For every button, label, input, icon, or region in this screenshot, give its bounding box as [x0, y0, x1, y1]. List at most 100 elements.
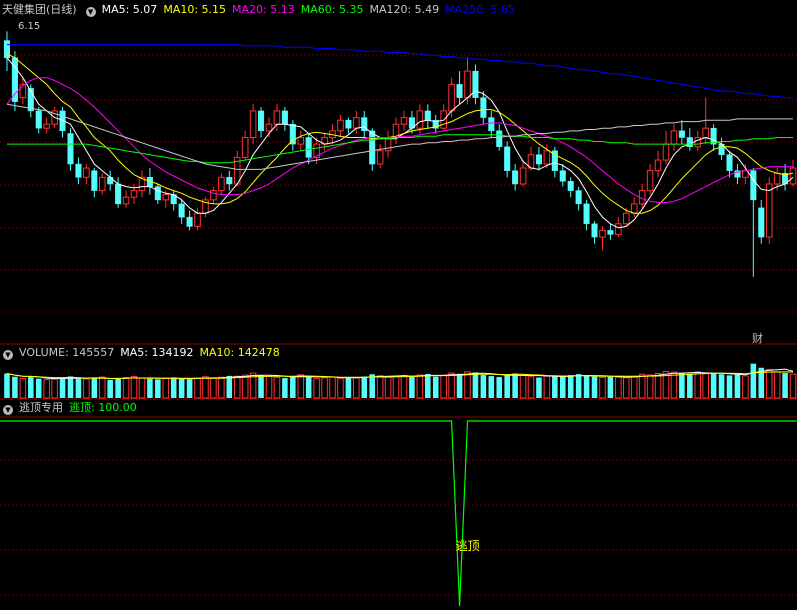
candle-body[interactable] — [265, 123, 273, 132]
volume-bar[interactable] — [575, 374, 582, 398]
candle-body[interactable] — [43, 123, 50, 129]
chevron-down-icon[interactable]: ▼ — [85, 7, 96, 17]
candle-body[interactable] — [464, 70, 471, 99]
candle-body[interactable] — [686, 137, 693, 148]
volume-bar[interactable] — [591, 376, 598, 398]
candle-body[interactable] — [416, 110, 424, 129]
volume-bar[interactable] — [536, 377, 542, 398]
volume-bar[interactable] — [630, 375, 638, 399]
candle-body[interactable] — [424, 110, 431, 121]
volume-bar[interactable] — [91, 378, 98, 398]
volume-bar[interactable] — [226, 375, 233, 398]
candle-body[interactable] — [353, 117, 360, 129]
volume-bar[interactable] — [567, 375, 574, 398]
volume-bar[interactable] — [607, 376, 614, 398]
volume-panel[interactable] — [4, 363, 797, 399]
volume-bar[interactable] — [504, 374, 510, 398]
candle-body[interactable] — [678, 130, 685, 138]
candle-body[interactable] — [702, 127, 709, 138]
volume-bar[interactable] — [448, 372, 455, 399]
volume-bar[interactable] — [147, 378, 153, 398]
candle-body[interactable] — [162, 194, 170, 201]
volume-bar[interactable] — [122, 377, 130, 399]
event-tag[interactable]: 财 — [752, 331, 763, 345]
volume-bar[interactable] — [51, 378, 58, 399]
candle-body[interactable] — [654, 159, 662, 172]
candle-body[interactable] — [210, 190, 217, 201]
candle-body[interactable] — [178, 203, 185, 218]
volume-bar[interactable] — [638, 373, 646, 399]
candle-body[interactable] — [599, 229, 606, 238]
candle-body[interactable] — [194, 212, 201, 227]
candle-body[interactable] — [615, 223, 622, 235]
volume-bar[interactable] — [43, 379, 50, 399]
candle-body[interactable] — [646, 170, 654, 192]
candle-body[interactable] — [258, 110, 265, 132]
volume-bar[interactable] — [416, 374, 424, 399]
volume-bar[interactable] — [583, 375, 590, 398]
volume-bar[interactable] — [313, 378, 320, 399]
candle-body[interactable] — [186, 216, 193, 227]
candle-body[interactable] — [456, 84, 463, 98]
candle-body[interactable] — [623, 212, 630, 225]
volume-bar[interactable] — [28, 377, 34, 398]
candle-body[interactable] — [91, 170, 98, 191]
volume-bar[interactable] — [440, 374, 447, 399]
volume-bar[interactable] — [687, 373, 693, 398]
volume-bar[interactable] — [186, 379, 193, 398]
volume-bar[interactable] — [782, 373, 788, 398]
candle-body[interactable] — [289, 123, 296, 145]
candle-body[interactable] — [337, 119, 344, 132]
volume-bar[interactable] — [19, 377, 27, 399]
volume-bar[interactable] — [83, 378, 90, 399]
candle-body[interactable] — [249, 110, 257, 138]
volume-bar[interactable] — [519, 374, 527, 399]
candle-body[interactable] — [226, 177, 233, 185]
volume-bar[interactable] — [218, 376, 225, 399]
volume-bar[interactable] — [480, 375, 487, 398]
chevron-down-icon[interactable]: ▼ — [3, 405, 13, 415]
candle-body[interactable] — [765, 183, 773, 238]
candle-body[interactable] — [480, 97, 487, 118]
candle-body[interactable] — [726, 154, 733, 171]
candle-body[interactable] — [154, 186, 161, 201]
volume-bar[interactable] — [67, 376, 74, 398]
candle-body[interactable] — [98, 176, 106, 192]
candle-body[interactable] — [488, 117, 495, 132]
candle-body[interactable] — [607, 230, 614, 235]
volume-bar[interactable] — [552, 375, 558, 398]
volume-bar[interactable] — [4, 373, 10, 398]
candle-body[interactable] — [750, 170, 757, 201]
volume-bar[interactable] — [273, 376, 281, 399]
volume-bar[interactable] — [734, 374, 741, 398]
volume-bar[interactable] — [202, 376, 209, 399]
volume-bar[interactable] — [425, 373, 431, 398]
candle-body[interactable] — [305, 137, 312, 158]
candle-body[interactable] — [130, 190, 138, 198]
candle-body[interactable] — [575, 190, 582, 205]
volume-bar[interactable] — [654, 372, 662, 399]
volume-bar[interactable] — [392, 375, 400, 399]
volume-bar[interactable] — [162, 378, 170, 399]
candle-body[interactable] — [241, 136, 249, 158]
volume-bar[interactable] — [290, 376, 296, 398]
candle-body[interactable] — [567, 181, 574, 191]
candle-body[interactable] — [273, 110, 281, 125]
volume-bar[interactable] — [432, 376, 439, 398]
volume-bar[interactable] — [710, 373, 717, 398]
volume-bar[interactable] — [98, 376, 106, 399]
volume-bar[interactable] — [376, 375, 384, 399]
candle-body[interactable] — [472, 70, 479, 98]
candle-body[interactable] — [773, 172, 781, 185]
volume-bar[interactable] — [742, 375, 749, 399]
candle-body[interactable] — [559, 170, 566, 182]
volume-bar[interactable] — [384, 376, 392, 399]
candle-body[interactable] — [583, 203, 590, 225]
volume-bar[interactable] — [702, 373, 709, 399]
volume-bar[interactable] — [726, 375, 733, 398]
candle-body[interactable] — [115, 183, 122, 205]
candle-body[interactable] — [519, 167, 527, 185]
volume-bar[interactable] — [559, 376, 566, 398]
volume-bar[interactable] — [464, 371, 471, 399]
volume-bar[interactable] — [646, 374, 654, 399]
